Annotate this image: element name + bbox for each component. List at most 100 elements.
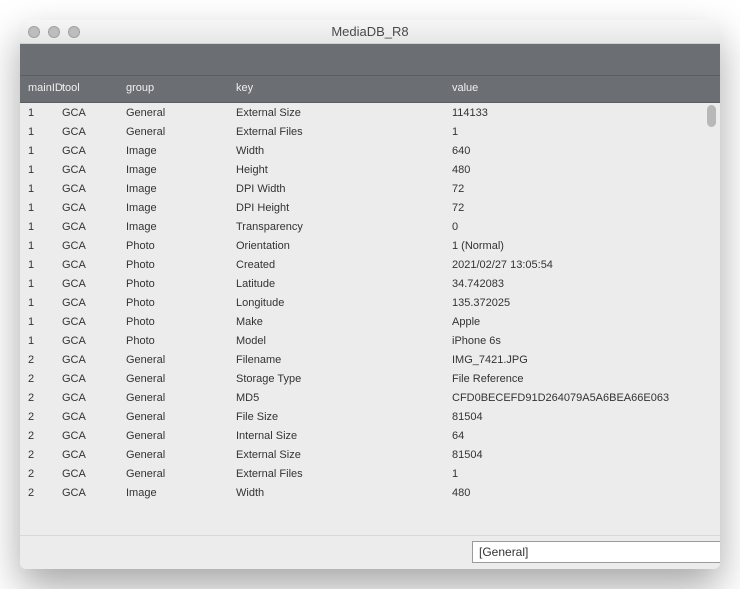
table-row[interactable]: 2GCAGeneralExternal Files1	[20, 464, 720, 483]
table-row[interactable]: 1GCAGeneralExternal Size114133	[20, 103, 720, 122]
cell-group: General	[126, 468, 236, 480]
table-row[interactable]: 1GCAImageTransparency0	[20, 217, 720, 236]
table-row[interactable]: 1GCAGeneralExternal Files1	[20, 122, 720, 141]
table-row[interactable]: 1GCAPhotoLatitude34.742083	[20, 274, 720, 293]
cell-group: Image	[126, 202, 236, 214]
cell-tool: GCA	[62, 316, 126, 328]
cell-value: 72	[452, 183, 720, 195]
cell-group: Photo	[126, 278, 236, 290]
cell-mainid: 2	[20, 468, 62, 480]
cell-key: Storage Type	[236, 373, 452, 385]
toolbar	[20, 44, 720, 76]
cell-key: Transparency	[236, 221, 452, 233]
column-header-value[interactable]: value	[452, 82, 720, 94]
zoom-icon[interactable]	[68, 26, 80, 38]
app-window: MediaDB_R8 mainID tool group key value 1…	[20, 20, 720, 569]
table-body[interactable]: 1GCAGeneralExternal Size1141331GCAGenera…	[20, 103, 720, 535]
cell-tool: GCA	[62, 240, 126, 252]
cell-key: Model	[236, 335, 452, 347]
cell-value: 81504	[452, 411, 720, 423]
scrollbar[interactable]	[704, 105, 718, 533]
cell-tool: GCA	[62, 449, 126, 461]
cell-tool: GCA	[62, 221, 126, 233]
filter-input[interactable]	[472, 541, 720, 563]
cell-key: Filename	[236, 354, 452, 366]
cell-mainid: 1	[20, 183, 62, 195]
titlebar: MediaDB_R8	[20, 20, 720, 44]
cell-key: External Size	[236, 449, 452, 461]
cell-key: Make	[236, 316, 452, 328]
cell-key: External Size	[236, 107, 452, 119]
table-row[interactable]: 2GCAImageWidth480	[20, 483, 720, 502]
cell-group: Image	[126, 164, 236, 176]
cell-value: 81504	[452, 449, 720, 461]
table-row[interactable]: 1GCAImageWidth640	[20, 141, 720, 160]
table-row[interactable]: 2GCAGeneralInternal Size64	[20, 426, 720, 445]
column-header-group[interactable]: group	[126, 82, 236, 94]
cell-group: Photo	[126, 335, 236, 347]
cell-value: CFD0BECEFD91D264079A5A6BEA66E063	[452, 392, 720, 404]
column-header-tool[interactable]: tool	[62, 82, 126, 94]
cell-value: 72	[452, 202, 720, 214]
window-title: MediaDB_R8	[20, 24, 720, 39]
table-row[interactable]: 1GCAPhotoMakeApple	[20, 312, 720, 331]
cell-key: DPI Height	[236, 202, 452, 214]
table-row[interactable]: 2GCAGeneralExternal Size81504	[20, 445, 720, 464]
cell-mainid: 1	[20, 278, 62, 290]
cell-group: Image	[126, 221, 236, 233]
cell-key: Height	[236, 164, 452, 176]
cell-group: Image	[126, 145, 236, 157]
column-header-mainid[interactable]: mainID	[20, 82, 62, 94]
cell-value: 1	[452, 468, 720, 480]
cell-value: 1	[452, 126, 720, 138]
table-row[interactable]: 1GCAPhotoLongitude135.372025	[20, 293, 720, 312]
column-header-key[interactable]: key	[236, 82, 452, 94]
cell-key: Orientation	[236, 240, 452, 252]
cell-mainid: 1	[20, 316, 62, 328]
cell-value: 0	[452, 221, 720, 233]
cell-key: External Files	[236, 126, 452, 138]
cell-mainid: 2	[20, 430, 62, 442]
cell-group: General	[126, 392, 236, 404]
window-controls	[28, 20, 80, 44]
cell-mainid: 1	[20, 221, 62, 233]
cell-group: General	[126, 449, 236, 461]
cell-mainid: 2	[20, 411, 62, 423]
table-row[interactable]: 1GCAPhotoOrientation1 (Normal)	[20, 236, 720, 255]
cell-group: General	[126, 373, 236, 385]
cell-group: Photo	[126, 259, 236, 271]
cell-tool: GCA	[62, 411, 126, 423]
table-row[interactable]: 2GCAGeneralMD5CFD0BECEFD91D264079A5A6BEA…	[20, 388, 720, 407]
cell-tool: GCA	[62, 373, 126, 385]
cell-tool: GCA	[62, 259, 126, 271]
minimize-icon[interactable]	[48, 26, 60, 38]
table-row[interactable]: 2GCAGeneralFilenameIMG_7421.JPG	[20, 350, 720, 369]
cell-value: iPhone 6s	[452, 335, 720, 347]
cell-value: 2021/02/27 13:05:54	[452, 259, 720, 271]
table-row[interactable]: 1GCAPhotoCreated2021/02/27 13:05:54	[20, 255, 720, 274]
cell-tool: GCA	[62, 354, 126, 366]
table-row[interactable]: 1GCAPhotoModeliPhone 6s	[20, 331, 720, 350]
cell-mainid: 2	[20, 373, 62, 385]
cell-mainid: 1	[20, 240, 62, 252]
cell-key: Width	[236, 487, 452, 499]
close-icon[interactable]	[28, 26, 40, 38]
cell-tool: GCA	[62, 487, 126, 499]
cell-value: Apple	[452, 316, 720, 328]
table-row[interactable]: 1GCAImageDPI Width72	[20, 179, 720, 198]
cell-tool: GCA	[62, 183, 126, 195]
table-row[interactable]: 2GCAGeneralFile Size81504	[20, 407, 720, 426]
cell-value: File Reference	[452, 373, 720, 385]
table-row[interactable]: 2GCAGeneralStorage TypeFile Reference	[20, 369, 720, 388]
cell-group: General	[126, 126, 236, 138]
cell-key: Internal Size	[236, 430, 452, 442]
table-row[interactable]: 1GCAImageDPI Height72	[20, 198, 720, 217]
table-row[interactable]: 1GCAImageHeight480	[20, 160, 720, 179]
cell-mainid: 1	[20, 126, 62, 138]
cell-tool: GCA	[62, 297, 126, 309]
cell-mainid: 2	[20, 487, 62, 499]
cell-group: Image	[126, 183, 236, 195]
scroll-thumb[interactable]	[707, 105, 716, 127]
cell-mainid: 2	[20, 354, 62, 366]
cell-tool: GCA	[62, 202, 126, 214]
